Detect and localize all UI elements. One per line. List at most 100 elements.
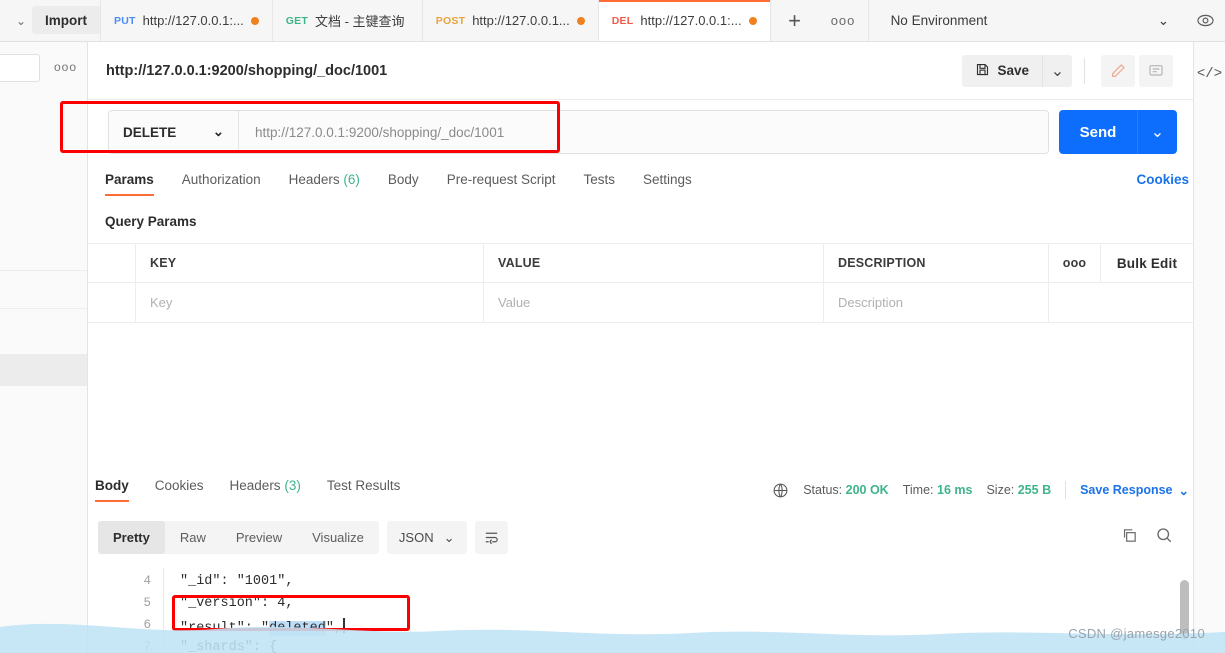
line-number: 6 [143,618,151,632]
environment-label: No Environment [890,13,988,28]
sidebar-selected-row[interactable] [0,354,87,386]
time-badge: Time: 16 ms [903,483,973,497]
environment-quicklook-eye-icon[interactable] [1185,0,1225,41]
tab-body[interactable]: Body [388,172,419,196]
meta-divider [1065,481,1067,499]
code-line-6: "result": "deleted", [180,618,346,636]
unsaved-dot-icon [576,16,585,25]
send-options-chevron-down-icon[interactable]: ⌄ [1137,110,1177,154]
line-number: 5 [143,596,151,610]
tab-options-button[interactable]: ooo [818,0,869,41]
tab-tests[interactable]: Tests [583,172,615,196]
view-pretty[interactable]: Pretty [98,521,165,554]
code-line-4: "_id": "1001", [180,574,294,589]
text-wrap-icon[interactable] [474,521,508,554]
chevron-down-icon: ⌄ [1178,483,1189,498]
tab-name-label: http://127.0.0.1:... [142,13,244,28]
response-tab-body[interactable]: Body [95,478,129,502]
floppy-disk-icon [975,62,990,80]
copy-icon[interactable] [1121,527,1138,544]
param-description-input[interactable]: Description [824,283,1049,322]
text-cursor-icon [343,618,346,633]
size-label: Size: [986,483,1015,497]
row-checkbox-cell[interactable] [88,283,136,322]
http-method-select[interactable]: DELETE ⌄ [109,111,239,153]
row-spacer-cell [1101,283,1193,322]
tab-settings[interactable]: Settings [643,172,692,196]
params-options-button[interactable]: ooo [1049,244,1101,282]
tab-headers-count: (6) [343,172,360,187]
param-key-input[interactable]: Key [136,283,484,322]
view-visualize[interactable]: Visualize [297,521,379,554]
tab-name-label: http://127.0.0.1... [472,13,570,28]
postman-app-window: ⌄ Import PUT http://127.0.0.1:... GET 文档… [0,0,1225,653]
comment-icon[interactable] [1139,54,1173,87]
code-line-7: "_shards": { [180,640,278,653]
tab-name-label: http://127.0.0.1:... [640,13,742,28]
response-tab-test-results[interactable]: Test Results [327,478,401,502]
code-scrollbar-thumb[interactable] [1180,580,1189,640]
response-view-segments: Pretty Raw Preview Visualize [98,521,379,554]
sidebar-divider [0,308,87,309]
cookies-link[interactable]: Cookies [1136,172,1189,187]
response-tab-cookies[interactable]: Cookies [155,478,204,502]
request-header-bar: http://127.0.0.1:9200/shopping/_doc/1001… [88,42,1193,100]
chevron-down-icon: ⌄ [443,529,455,545]
sidebar-collapse-caret[interactable]: ⌄ [0,0,28,41]
code-line-6-prefix: "result": " [180,621,270,636]
table-header-row: KEY VALUE DESCRIPTION ooo Bulk Edit [88,244,1193,283]
request-tab-put[interactable]: PUT http://127.0.0.1:... [100,0,273,41]
response-actions [1121,526,1173,544]
top-tab-bar: ⌄ Import PUT http://127.0.0.1:... GET 文档… [0,0,1225,42]
response-language-label: JSON [398,530,434,545]
edit-pencil-icon[interactable] [1101,54,1135,87]
size-badge: Size: 255 B [986,483,1051,497]
import-button[interactable]: Import [32,6,100,34]
environment-selector[interactable]: No Environment ⌄ [868,0,1185,41]
bulk-edit-button[interactable]: Bulk Edit [1101,244,1193,282]
response-body-code[interactable]: 4 5 6 7 "_id": "1001", "_version": 4, "r… [88,568,1193,653]
page-title: http://127.0.0.1:9200/shopping/_doc/1001 [106,62,388,79]
left-sidebar: ooo [0,42,88,653]
response-format-bar: Pretty Raw Preview Visualize JSON ⌄ [98,521,508,554]
unsaved-dot-icon [748,16,757,25]
param-value-input[interactable]: Value [484,283,824,322]
request-tab-post[interactable]: POST http://127.0.0.1... [422,0,599,41]
view-preview[interactable]: Preview [221,521,297,554]
save-options-chevron-down-icon[interactable]: ⌄ [1042,54,1072,87]
request-tab-strip: PUT http://127.0.0.1:... GET 文档 - 主键查询 P… [100,0,771,41]
search-icon[interactable] [1155,526,1173,544]
url-input[interactable]: http://127.0.0.1:9200/shopping/_doc/1001 [239,111,1048,153]
chevron-down-icon: ⌄ [212,124,224,139]
time-value: 16 ms [937,483,973,497]
unsaved-dot-icon [250,16,259,25]
tab-authorization[interactable]: Authorization [182,172,261,196]
send-button[interactable]: Send [1059,110,1137,154]
code-snippet-icon[interactable]: </> [1194,66,1225,82]
code-gutter: 4 5 6 7 [88,568,164,653]
status-label: Status: [803,483,843,497]
line-number: 4 [143,574,151,588]
column-header-value: VALUE [484,244,824,282]
new-tab-button[interactable]: + [770,0,819,41]
response-language-select[interactable]: JSON ⌄ [386,521,467,554]
tab-params[interactable]: Params [105,172,154,196]
http-method-label: DELETE [123,124,177,140]
tab-pre-request-script[interactable]: Pre-request Script [447,172,556,196]
sidebar-search-input[interactable] [0,54,40,82]
tab-method-label: GET [285,14,308,27]
request-tab-get[interactable]: GET 文档 - 主键查询 [272,0,423,41]
response-tab-headers[interactable]: Headers (3) [230,478,301,502]
tab-headers[interactable]: Headers (6) [289,172,360,196]
row-options-cell[interactable] [1049,283,1101,322]
request-tab-delete[interactable]: DEL http://127.0.0.1:... [598,0,771,41]
save-button[interactable]: Save [962,54,1042,87]
response-tab-headers-count: (3) [284,478,301,493]
view-raw[interactable]: Raw [165,521,221,554]
save-response-button[interactable]: Save Response ⌄ [1080,483,1189,498]
save-button-group: Save ⌄ [962,54,1072,87]
select-all-checkbox-cell[interactable] [88,244,136,282]
sidebar-options-button[interactable]: ooo [54,60,77,74]
time-label: Time: [902,483,934,497]
selected-token: deleted [269,621,326,636]
